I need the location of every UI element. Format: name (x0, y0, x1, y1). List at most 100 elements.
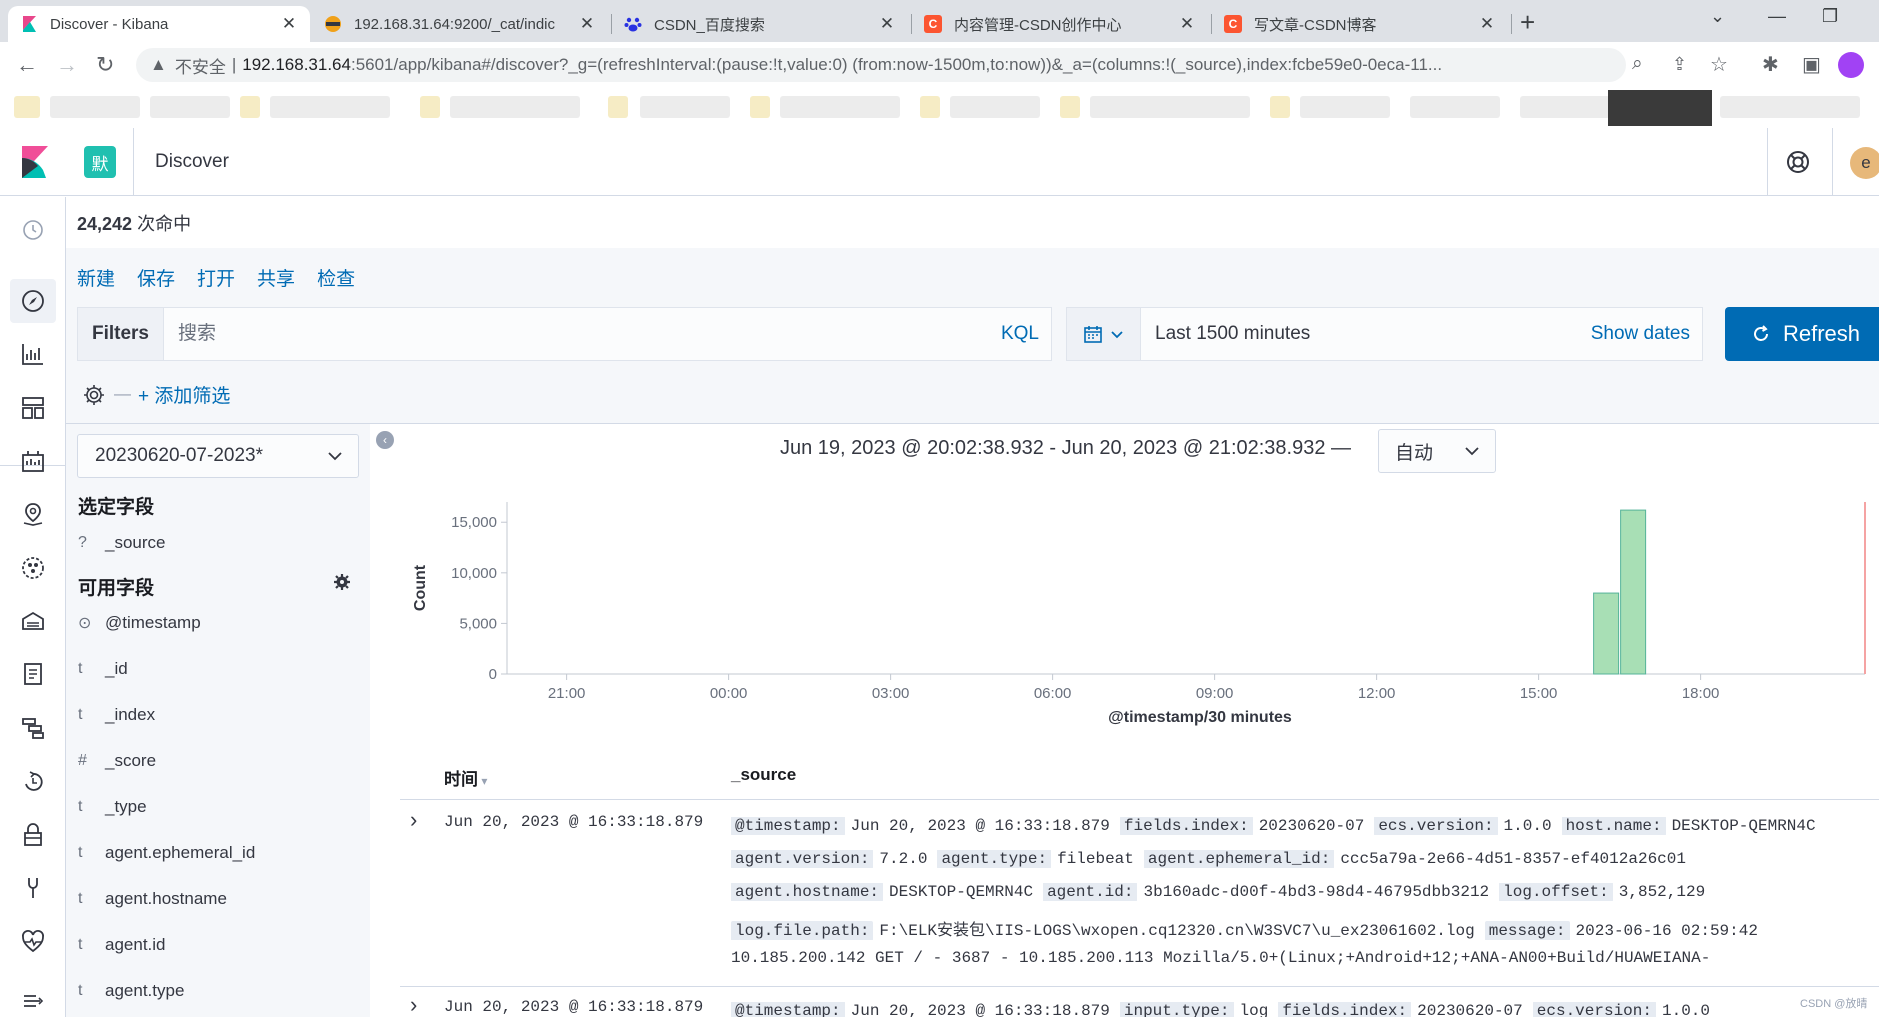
histogram-chart[interactable]: 0 5,000 10,000 15,000 21:00 00:00 03:00 06:00 09… (400, 490, 1879, 730)
tab-title: Discover - Kibana (50, 15, 169, 33)
x-tick-label: 12:00 (1358, 685, 1396, 702)
filters-button[interactable]: Filters (78, 308, 164, 360)
space-selector[interactable]: 默 (84, 146, 116, 178)
histogram-time-range: Jun 19, 2023 @ 20:02:38.932 - Jun 20, 20… (780, 437, 1352, 459)
field-item[interactable]: # _score (78, 751, 156, 771)
x-axis-title: @timestamp/30 minutes (1108, 709, 1292, 726)
field-item[interactable]: t _index (78, 705, 155, 725)
monitoring-heartbeat-icon[interactable] (20, 929, 46, 955)
zoom-magnifier-icon[interactable]: ⌕ (1632, 53, 1643, 75)
field-item[interactable]: t agent.hostname (78, 889, 227, 909)
fields-settings-gear-icon[interactable] (333, 573, 351, 591)
available-fields-title: 可用字段 (78, 578, 155, 599)
show-dates-link[interactable]: Show dates (1591, 323, 1690, 345)
source-field-value: 10.185.200.142 GET / - 3687 - 10.185.200… (731, 949, 1711, 967)
reload-icon[interactable]: ↻ (96, 52, 114, 78)
close-tab-icon[interactable]: ✕ (878, 14, 896, 34)
column-header-time[interactable]: 时间 ▾ (444, 765, 487, 790)
refresh-button[interactable]: Refresh (1725, 307, 1879, 361)
source-field-key: @timestamp: (731, 817, 845, 835)
source-field-value: ccc5a79a-2e66-4d51-8357-ef4012a26c01 (1340, 850, 1686, 868)
dev-tools-wrench-icon[interactable] (20, 875, 46, 901)
share-icon[interactable]: ⇪ (1672, 54, 1687, 75)
bookmark-star-icon[interactable]: ☆ (1710, 52, 1728, 77)
maps-pin-icon[interactable] (20, 501, 46, 527)
recently-viewed-clock-icon[interactable] (20, 217, 46, 243)
uptime-icon[interactable] (20, 768, 46, 794)
field-item[interactable]: t _id (78, 659, 128, 679)
collapse-sidebar-icon[interactable]: ‹ (376, 431, 394, 449)
tab-baidu-search[interactable]: CSDN_百度搜索 ✕ (612, 6, 908, 42)
doc-source-line: agent.version: 7.2.0 agent.type: filebeat ag… (731, 850, 1879, 868)
restore-icon[interactable]: ❐ (1822, 6, 1838, 27)
field-item[interactable]: t _type (78, 797, 147, 817)
profile-avatar-icon[interactable] (1838, 52, 1864, 78)
close-tab-icon[interactable]: ✕ (578, 14, 596, 34)
side-panel-icon[interactable]: ▣ (1802, 52, 1821, 77)
tab-kibana-discover[interactable]: Discover - Kibana ✕ (8, 6, 310, 42)
machine-learning-icon[interactable] (20, 555, 46, 581)
close-tab-icon[interactable]: ✕ (1178, 14, 1196, 34)
date-range-text[interactable]: Last 1500 minutes (1155, 323, 1591, 345)
source-field-key: @timestamp: (731, 1002, 845, 1017)
field-item[interactable]: t agent.type (78, 981, 184, 1001)
kibana-header (0, 128, 1879, 196)
collapse-nav-icon[interactable] (20, 988, 46, 1014)
quick-menu-button[interactable] (1067, 308, 1141, 360)
y-tick-label: 10,000 (451, 565, 497, 582)
apm-icon[interactable] (20, 715, 46, 741)
add-filter-link[interactable]: + 添加筛选 (138, 381, 230, 408)
canvas-icon[interactable] (20, 448, 46, 474)
dashboard-icon[interactable] (20, 395, 46, 421)
kql-toggle[interactable]: KQL (1001, 323, 1039, 345)
menu-save[interactable]: 保存 (137, 264, 175, 291)
source-field-key: log.offset: (1499, 883, 1613, 901)
extensions-puzzle-icon[interactable]: ✱ (1762, 52, 1779, 77)
close-tab-icon[interactable]: ✕ (1478, 14, 1496, 34)
interval-select[interactable]: 自动 (1378, 429, 1496, 473)
source-field-key: agent.type: (937, 850, 1052, 868)
discover-compass-icon[interactable] (20, 288, 46, 314)
source-field-value: 20230620-07 (1417, 1002, 1523, 1017)
hit-count-label: 次命中 (137, 214, 192, 234)
index-pattern-select[interactable]: 20230620-07-2023* (77, 434, 359, 478)
infrastructure-icon[interactable] (20, 608, 46, 634)
tab-csdn-write[interactable]: C 写文章-CSDN博客 ✕ (1212, 6, 1508, 42)
visualize-chart-icon[interactable] (20, 341, 46, 367)
tab-title: 192.168.31.64:9200/_cat/indic (354, 15, 555, 33)
close-tab-icon[interactable]: ✕ (280, 14, 298, 34)
expand-row-chevron-icon[interactable]: › (410, 807, 417, 833)
menu-new[interactable]: 新建 (77, 264, 115, 291)
menu-open[interactable]: 打开 (197, 264, 235, 291)
expand-row-chevron-icon[interactable]: › (410, 992, 417, 1017)
csdn-favicon-icon: C (1224, 15, 1242, 33)
logs-icon[interactable] (20, 661, 46, 687)
field-item[interactable]: ? _source (78, 533, 165, 553)
y-axis-title: Count (412, 564, 429, 611)
doc-time-cell: Jun 20, 2023 @ 16:33:18.879 (444, 998, 704, 1016)
url-omnibox[interactable]: ▲ 不安全 | 192.168.31.64 :5601/app/kibana#/… (136, 48, 1626, 82)
forward-arrow-icon[interactable]: → (56, 52, 78, 78)
help-lifebuoy-icon[interactable] (1786, 150, 1810, 174)
watermark: CSDN @放晴 (1800, 998, 1868, 1010)
security-lock-icon[interactable] (20, 822, 46, 848)
minimize-icon[interactable]: — (1768, 6, 1786, 27)
doc-time-cell: Jun 20, 2023 @ 16:33:18.879 (444, 813, 704, 831)
tab-csdn-content[interactable]: C 内容管理-CSDN创作中心 ✕ (912, 6, 1208, 42)
user-avatar[interactable]: e (1850, 147, 1879, 179)
field-item[interactable]: t agent.ephemeral_id (78, 843, 255, 863)
search-input[interactable] (164, 308, 1001, 360)
menu-share[interactable]: 共享 (257, 264, 295, 291)
kibana-logo-icon[interactable] (18, 146, 50, 178)
gear-icon[interactable] (82, 383, 106, 407)
bookmarks-bar (0, 88, 1879, 128)
field-item[interactable]: ⊙ @timestamp (78, 613, 201, 633)
source-field-value: 2023-06-16 02:59:42 (1575, 922, 1758, 940)
source-field-value: filebeat (1057, 850, 1134, 868)
tab-search-chevron-icon[interactable]: ⌄ (1710, 6, 1725, 27)
back-arrow-icon[interactable]: ← (16, 52, 38, 78)
tab-cat-indices[interactable]: 192.168.31.64:9200/_cat/indic ✕ (312, 6, 608, 42)
new-tab-plus-icon[interactable]: + (1520, 8, 1535, 36)
field-item[interactable]: t agent.id (78, 935, 166, 955)
menu-inspect[interactable]: 检查 (317, 264, 355, 291)
